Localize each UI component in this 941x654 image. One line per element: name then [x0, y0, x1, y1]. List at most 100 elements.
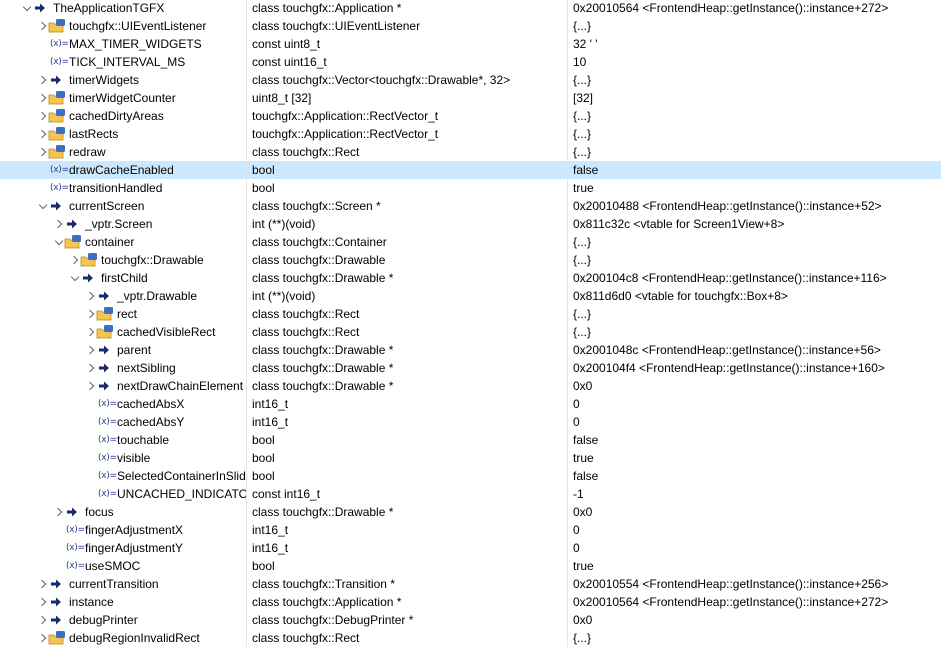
variable-value-cell[interactable]: 0x200104c8 <FrontendHeap::getInstance():… — [573, 269, 941, 287]
column-divider — [246, 341, 247, 359]
variable-value-cell[interactable]: 0x0 — [573, 377, 941, 395]
variable-value-cell[interactable]: {...} — [573, 71, 941, 89]
tree-row-timerwidgets[interactable]: timerWidgets class touchgfx::Vector<touch… — [0, 71, 941, 89]
variable-value-cell[interactable]: {...} — [573, 629, 941, 647]
expand-chevron-icon[interactable] — [85, 341, 96, 359]
variable-value-cell[interactable]: 0x20010554 <FrontendHeap::getInstance():… — [573, 575, 941, 593]
expand-chevron-icon[interactable] — [37, 89, 48, 107]
collapse-chevron-icon[interactable] — [38, 197, 48, 215]
tree-row-debugregioninvalidrect[interactable]: debugRegionInvalidRect class touchgfx::Re… — [0, 629, 941, 647]
expand-chevron-icon[interactable] — [37, 575, 48, 593]
tree-row-debugprinter[interactable]: debugPrinter class touchgfx::DebugPrinter… — [0, 611, 941, 629]
expand-chevron-icon[interactable] — [37, 71, 48, 89]
tree-row-transitionhandled[interactable]: (x)= transitionHandled bool true — [0, 179, 941, 197]
expand-chevron-icon[interactable] — [53, 503, 64, 521]
expand-chevron-icon[interactable] — [37, 629, 48, 647]
tree-row-max-timer-widgets[interactable]: (x)= MAX_TIMER_WIDGETS const uint8_t 32 ' ' — [0, 35, 941, 53]
variable-type-cell: const int16_t — [252, 487, 321, 501]
variable-value-cell[interactable]: true — [573, 179, 941, 197]
collapse-chevron-icon[interactable] — [70, 269, 80, 287]
variable-value-cell[interactable]: {...} — [573, 143, 941, 161]
variable-value-cell[interactable]: true — [573, 557, 941, 575]
tree-row-cacheddirtyareas[interactable]: cachedDirtyAreas touchgfx::Application::R… — [0, 107, 941, 125]
variable-value-cell[interactable]: 10 — [573, 53, 941, 71]
expand-chevron-icon[interactable] — [37, 143, 48, 161]
tree-row-lastrects[interactable]: lastRects touchgfx::Application::RectVect… — [0, 125, 941, 143]
tree-row-nextdrawchainelement[interactable]: nextDrawChainElement class touchgfx::Draw… — [0, 377, 941, 395]
variable-value-cell[interactable]: {...} — [573, 233, 941, 251]
tree-row-cachedabsy[interactable]: (x)= cachedAbsY int16_t 0 — [0, 413, 941, 431]
expand-chevron-icon[interactable] — [85, 305, 96, 323]
variable-value-cell[interactable]: 0x20010488 <FrontendHeap::getInstance():… — [573, 197, 941, 215]
expand-chevron-icon[interactable] — [85, 359, 96, 377]
tree-row-touchable[interactable]: (x)= touchable bool false — [0, 431, 941, 449]
tree-row-theapplicationtgfx[interactable]: TheApplicationTGFX class touchgfx::Applic… — [0, 0, 941, 17]
variable-value-cell[interactable]: 0 — [573, 539, 941, 557]
variable-value-cell[interactable]: 0x0 — [573, 503, 941, 521]
tree-row-firstchild[interactable]: firstChild class touchgfx::Drawable * 0x20… — [0, 269, 941, 287]
variable-value-cell[interactable]: {...} — [573, 17, 941, 35]
variable-value-cell[interactable]: 0x20010564 <FrontendHeap::getInstance():… — [573, 0, 941, 17]
variable-value-cell[interactable]: 0x811c32c <vtable for Screen1View+8> — [573, 215, 941, 233]
expand-chevron-icon[interactable] — [37, 17, 48, 35]
variable-value-cell[interactable]: 0 — [573, 413, 941, 431]
tree-row-drawcacheenabled[interactable]: (x)= drawCacheEnabled bool false — [0, 161, 941, 179]
variable-value-cell[interactable]: {...} — [573, 125, 941, 143]
collapse-chevron-icon[interactable] — [22, 0, 32, 17]
tree-row-timerwidgetcounter[interactable]: timerWidgetCounter uint8_t [32] [32] — [0, 89, 941, 107]
variable-value-cell[interactable]: false — [573, 161, 941, 179]
tree-row-rect[interactable]: rect class touchgfx::Rect {...} — [0, 305, 941, 323]
tree-row-fingeradjustmentx[interactable]: (x)= fingerAdjustmentX int16_t 0 — [0, 521, 941, 539]
variable-value-cell[interactable]: true — [573, 449, 941, 467]
expand-chevron-icon[interactable] — [85, 323, 96, 341]
variable-value-cell[interactable]: 0 — [573, 521, 941, 539]
expand-chevron-icon[interactable] — [37, 611, 48, 629]
tree-row-visible[interactable]: (x)= visible bool true — [0, 449, 941, 467]
tree-row-touchgfx-uieventlistener[interactable]: touchgfx::UIEventListener class touchgfx:… — [0, 17, 941, 35]
tree-row-usesmoc[interactable]: (x)= useSMOC bool true — [0, 557, 941, 575]
variable-value-cell[interactable]: 0x20010564 <FrontendHeap::getInstance():… — [573, 593, 941, 611]
tree-row-currenttransition[interactable]: currentTransition class touchgfx::Transit… — [0, 575, 941, 593]
tree-row-nextsibling[interactable]: nextSibling class touchgfx::Drawable * 0x2… — [0, 359, 941, 377]
variable-value-cell[interactable]: 0x2001048c <FrontendHeap::getInstance():… — [573, 341, 941, 359]
tree-row-cachedabsx[interactable]: (x)= cachedAbsX int16_t 0 — [0, 395, 941, 413]
variable-value-cell[interactable]: 0x200104f4 <FrontendHeap::getInstance():… — [573, 359, 941, 377]
variable-value-cell[interactable]: 0x811d6d0 <vtable for touchgfx::Box+8> — [573, 287, 941, 305]
column-divider — [567, 143, 568, 161]
variable-icon: (x)= — [66, 543, 85, 553]
expand-chevron-icon[interactable] — [85, 287, 96, 305]
variable-value-cell[interactable]: {...} — [573, 107, 941, 125]
variable-value-cell[interactable]: {...} — [573, 251, 941, 269]
expand-chevron-icon[interactable] — [37, 593, 48, 611]
variable-value-cell[interactable]: -1 — [573, 485, 941, 503]
tree-row-touchgfx-drawable[interactable]: touchgfx::Drawable class touchgfx::Drawab… — [0, 251, 941, 269]
expand-chevron-icon[interactable] — [37, 107, 48, 125]
variable-value-cell[interactable]: 0 — [573, 395, 941, 413]
expand-chevron-icon[interactable] — [53, 215, 64, 233]
variable-value-cell[interactable]: 32 ' ' — [573, 35, 941, 53]
tree-row-vptr-screen[interactable]: _vptr.Screen int (**)(void) 0x811c32c <vta… — [0, 215, 941, 233]
tree-row-tick-interval-ms[interactable]: (x)= TICK_INTERVAL_MS const uint16_t 10 — [0, 53, 941, 71]
tree-row-selectedcontainerinslider[interactable]: (x)= SelectedContainerInSlider bool false — [0, 467, 941, 485]
tree-row-fingeradjustmenty[interactable]: (x)= fingerAdjustmentY int16_t 0 — [0, 539, 941, 557]
tree-row-vptr-drawable[interactable]: _vptr.Drawable int (**)(void) 0x811d6d0 <v… — [0, 287, 941, 305]
variable-value-cell[interactable]: 0x0 — [573, 611, 941, 629]
tree-row-uncached-indicator[interactable]: (x)= UNCACHED_INDICATOR const int16_t -1 — [0, 485, 941, 503]
expand-chevron-icon[interactable] — [85, 377, 96, 395]
collapse-chevron-icon[interactable] — [54, 233, 64, 251]
tree-row-redraw[interactable]: redraw class touchgfx::Rect {...} — [0, 143, 941, 161]
struct-folder-icon — [48, 125, 66, 143]
variable-value-cell[interactable]: {...} — [573, 323, 941, 341]
tree-row-currentscreen[interactable]: currentScreen class touchgfx::Screen * 0x2… — [0, 197, 941, 215]
tree-row-focus[interactable]: focus class touchgfx::Drawable * 0x0 — [0, 503, 941, 521]
tree-row-parent[interactable]: parent class touchgfx::Drawable * 0x200104… — [0, 341, 941, 359]
variable-value-cell[interactable]: {...} — [573, 305, 941, 323]
expand-chevron-icon[interactable] — [37, 125, 48, 143]
variable-value-cell[interactable]: [32] — [573, 89, 941, 107]
tree-row-instance[interactable]: instance class touchgfx::Application * 0x2… — [0, 593, 941, 611]
variable-value-cell[interactable]: false — [573, 467, 941, 485]
expand-chevron-icon[interactable] — [69, 251, 80, 269]
variable-value-cell[interactable]: false — [573, 431, 941, 449]
tree-row-container[interactable]: container class touchgfx::Container {...} — [0, 233, 941, 251]
tree-row-cachedvisiblerect[interactable]: cachedVisibleRect class touchgfx::Rect {..… — [0, 323, 941, 341]
